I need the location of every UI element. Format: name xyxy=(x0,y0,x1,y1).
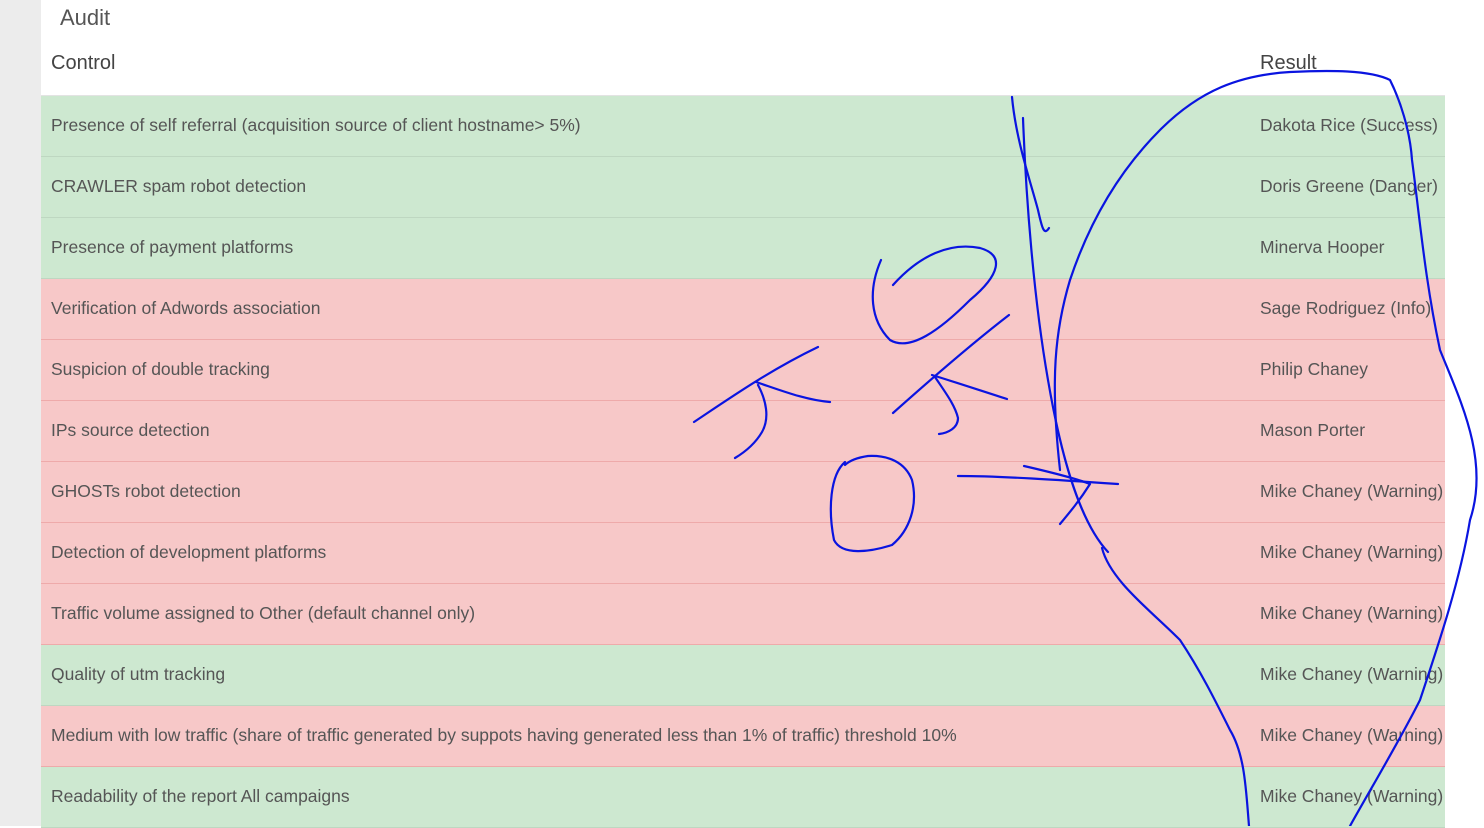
control-cell: Presence of self referral (acquisition s… xyxy=(51,115,581,135)
result-cell: Mike Chaney (Warning) xyxy=(1260,786,1444,806)
result-cell: Mike Chaney (Warning) xyxy=(1260,542,1444,562)
audit-table-body: Presence of self referral (acquisition s… xyxy=(41,96,1445,828)
result-cell: Dakota Rice (Success) xyxy=(1260,115,1438,135)
result-cell: Philip Chaney xyxy=(1260,359,1368,379)
table-row[interactable]: Quality of utm tracking Mike Chaney (War… xyxy=(41,645,1445,706)
control-cell: Quality of utm tracking xyxy=(51,664,226,684)
control-cell: CRAWLER spam robot detection xyxy=(51,176,307,196)
column-header-control[interactable]: Control xyxy=(51,52,115,75)
result-cell: Mike Chaney (Warning) xyxy=(1260,481,1444,501)
result-cell: Doris Greene (Danger) xyxy=(1260,176,1438,196)
result-cell: Sage Rodriguez (Info) xyxy=(1260,298,1432,318)
control-cell: Medium with low traffic (share of traffi… xyxy=(51,725,957,745)
result-cell: Mason Porter xyxy=(1260,420,1366,440)
page-title: Audit xyxy=(60,5,111,30)
result-cell: Mike Chaney (Warning) xyxy=(1260,664,1444,684)
control-cell: Detection of development platforms xyxy=(51,542,327,562)
result-cell: Minerva Hooper xyxy=(1260,237,1385,257)
table-row[interactable]: Suspicion of double tracking Philip Chan… xyxy=(41,340,1445,401)
table-row[interactable]: Detection of development platforms Mike … xyxy=(41,523,1445,584)
table-row[interactable]: Presence of payment platforms Minerva Ho… xyxy=(41,218,1445,279)
table-header: Control Result xyxy=(41,45,1445,97)
result-cell: Mike Chaney (Warning) xyxy=(1260,603,1444,623)
column-header-result[interactable]: Result xyxy=(1260,52,1317,75)
control-cell: Readability of the report All campaigns xyxy=(51,786,350,806)
control-cell: GHOSTs robot detection xyxy=(51,481,241,501)
table-row[interactable]: Presence of self referral (acquisition s… xyxy=(41,96,1445,157)
table-row[interactable]: Medium with low traffic (share of traffi… xyxy=(41,706,1445,767)
control-cell: Verification of Adwords association xyxy=(51,298,321,318)
control-cell: Traffic volume assigned to Other (defaul… xyxy=(51,603,476,623)
result-cell: Mike Chaney (Warning) xyxy=(1260,725,1444,745)
table-row[interactable]: Verification of Adwords association Sage… xyxy=(41,279,1445,340)
control-cell: Suspicion of double tracking xyxy=(51,359,270,379)
table-row[interactable]: Readability of the report All campaigns … xyxy=(41,767,1445,828)
table-row[interactable]: GHOSTs robot detection Mike Chaney (Warn… xyxy=(41,462,1445,523)
control-cell: Presence of payment platforms xyxy=(51,237,294,257)
left-gutter xyxy=(0,0,41,826)
control-cell: IPs source detection xyxy=(51,420,210,440)
table-row[interactable]: IPs source detection Mason Porter xyxy=(41,401,1445,462)
audit-panel: Audit Control Result Presence of self re… xyxy=(41,0,1445,828)
table-row[interactable]: CRAWLER spam robot detection Doris Green… xyxy=(41,157,1445,218)
table-row[interactable]: Traffic volume assigned to Other (defaul… xyxy=(41,584,1445,645)
